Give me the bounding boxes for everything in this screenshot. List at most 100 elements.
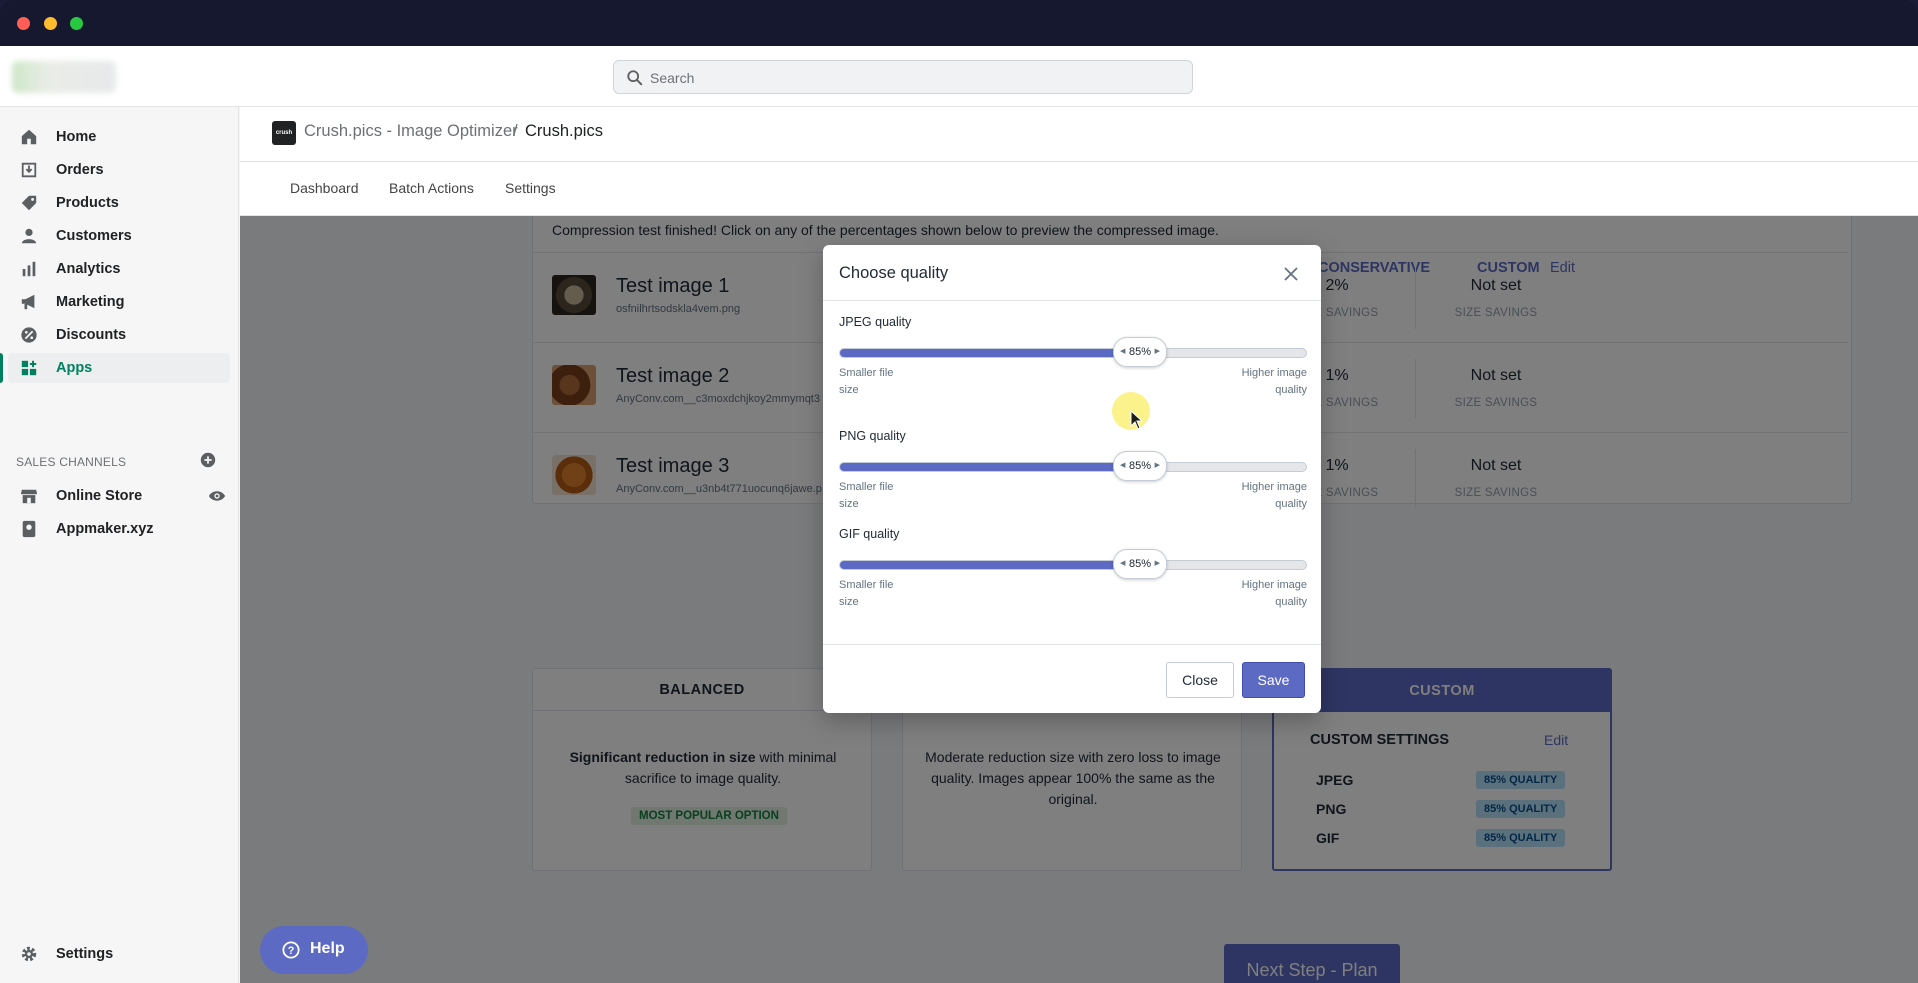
apps-icon: [21, 360, 37, 376]
max-label: Higher image quality: [1242, 479, 1307, 513]
slider-value: 85%: [1128, 346, 1152, 358]
store-logo[interactable]: [12, 61, 116, 93]
gif-quality-slider[interactable]: ◀ 85% ▶: [839, 549, 1307, 579]
sidebar-item-discounts[interactable]: Discounts: [8, 320, 230, 350]
sidebar-item-analytics[interactable]: Analytics: [8, 254, 230, 284]
help-button[interactable]: ? Help: [260, 926, 368, 974]
max-label-line1: Higher image: [1241, 481, 1307, 493]
slider-value: 85%: [1128, 460, 1152, 472]
sidebar-item-online-store[interactable]: Online Store: [8, 481, 230, 511]
window-zoom-button[interactable]: [70, 17, 83, 30]
breadcrumb-separator: /: [513, 122, 518, 140]
sidebar-item-customers[interactable]: Customers: [8, 221, 230, 251]
sidebar-item-label: Online Store: [56, 488, 143, 504]
min-label: Smaller file size: [839, 577, 893, 611]
add-channel-icon[interactable]: [199, 451, 217, 469]
bar-chart-icon: [22, 261, 36, 277]
sidebar-item-orders[interactable]: Orders: [8, 155, 230, 185]
breadcrumb-app[interactable]: Crush.pics - Image Optimizer: [304, 122, 518, 141]
slider-handle[interactable]: ◀ 85% ▶: [1113, 549, 1167, 579]
sidebar-item-appmaker[interactable]: Appmaker.xyz: [8, 514, 230, 544]
app-tabs: Dashboard Batch Actions Settings: [240, 162, 1918, 216]
tab-batch-actions[interactable]: Batch Actions: [389, 180, 474, 196]
min-label-line2: size: [839, 498, 859, 510]
sidebar-item-marketing[interactable]: Marketing: [8, 287, 230, 317]
sidebar-item-label: Discounts: [56, 327, 127, 343]
help-label: Help: [310, 940, 345, 957]
min-label-line2: size: [839, 596, 859, 608]
min-label: Smaller file size: [839, 479, 893, 513]
app-icon: [22, 520, 36, 538]
browser-window: Search Home Orders Products Customers An…: [0, 46, 1918, 983]
handle-right-icon: ▶: [1154, 462, 1160, 469]
slider-fill: [840, 561, 1140, 569]
tab-dashboard[interactable]: Dashboard: [290, 180, 359, 196]
max-label-line1: Higher image: [1241, 367, 1307, 379]
sidebar-item-products[interactable]: Products: [8, 188, 230, 218]
window-minimize-button[interactable]: [44, 17, 57, 30]
handle-right-icon: ▶: [1154, 560, 1160, 567]
jpeg-quality-slider[interactable]: ◀ 85% ▶: [839, 337, 1307, 367]
jpeg-quality-label: JPEG quality: [839, 315, 912, 329]
slider-handle[interactable]: ◀ 85% ▶: [1113, 451, 1167, 481]
slider-handle[interactable]: ◀ 85% ▶: [1113, 337, 1167, 367]
sidebar: Home Orders Products Customers Analytics…: [0, 107, 239, 983]
min-label-line2: size: [839, 384, 859, 396]
search-placeholder: Search: [650, 70, 695, 86]
tab-settings[interactable]: Settings: [505, 180, 556, 196]
handle-left-icon: ◀: [1120, 462, 1126, 469]
sidebar-item-home[interactable]: Home: [8, 122, 230, 152]
search-icon: [627, 70, 643, 86]
sidebar-item-label: Marketing: [56, 294, 125, 310]
handle-right-icon: ▶: [1154, 348, 1160, 355]
gif-quality-label: GIF quality: [839, 527, 900, 541]
top-bar: Search: [0, 46, 1918, 107]
min-label-line1: Smaller file: [839, 579, 894, 591]
close-button[interactable]: Close: [1166, 662, 1234, 698]
handle-left-icon: ◀: [1120, 348, 1126, 355]
min-label-line1: Smaller file: [839, 481, 894, 493]
megaphone-icon: [21, 294, 35, 310]
sidebar-item-label: Customers: [56, 228, 132, 244]
sidebar-item-label: Analytics: [56, 261, 121, 277]
modal-title: Choose quality: [839, 264, 949, 282]
png-quality-slider[interactable]: ◀ 85% ▶: [839, 451, 1307, 481]
sidebar-item-label: Products: [56, 195, 119, 211]
home-icon: [21, 129, 37, 145]
sidebar-item-label: Orders: [56, 162, 104, 178]
sidebar-item-settings[interactable]: Settings: [8, 939, 230, 969]
max-label-line2: quality: [1275, 498, 1307, 510]
max-label: Higher image quality: [1242, 365, 1307, 399]
max-label-line2: quality: [1275, 384, 1307, 396]
sales-channels-title: SALES CHANNELS: [16, 455, 127, 469]
crush-pics-logo: crush pics: [272, 121, 296, 160]
svg-text:?: ?: [288, 945, 295, 957]
mouse-cursor-icon: [1130, 410, 1144, 430]
window-titlebar: [0, 0, 1918, 46]
sidebar-item-apps[interactable]: Apps: [0, 353, 230, 383]
max-label: Higher image quality: [1242, 577, 1307, 611]
min-label: Smaller file size: [839, 365, 893, 399]
handle-left-icon: ◀: [1120, 560, 1126, 567]
window-close-button[interactable]: [17, 17, 30, 30]
slider-fill: [840, 463, 1140, 471]
choose-quality-modal: Choose quality JPEG quality ◀ 85% ▶ Smalle…: [823, 245, 1321, 713]
modal-header: Choose quality: [823, 245, 1321, 301]
save-button[interactable]: Save: [1242, 662, 1305, 698]
eye-icon[interactable]: [208, 487, 226, 505]
search-input[interactable]: Search: [613, 60, 1193, 94]
sidebar-item-label: Appmaker.xyz: [56, 521, 154, 537]
slider-value: 85%: [1128, 558, 1152, 570]
min-label-line1: Smaller file: [839, 367, 894, 379]
discount-icon: [21, 327, 37, 343]
help-icon: ?: [282, 941, 300, 959]
store-icon: [20, 489, 38, 504]
close-icon[interactable]: [1283, 266, 1299, 282]
max-label-line1: Higher image: [1241, 579, 1307, 591]
sidebar-item-label: Home: [56, 129, 97, 145]
orders-icon: [21, 162, 37, 178]
sidebar-item-label: Settings: [56, 946, 114, 962]
max-label-line2: quality: [1275, 596, 1307, 608]
png-quality-label: PNG quality: [839, 429, 906, 443]
modal-footer: Close Save: [823, 644, 1321, 713]
